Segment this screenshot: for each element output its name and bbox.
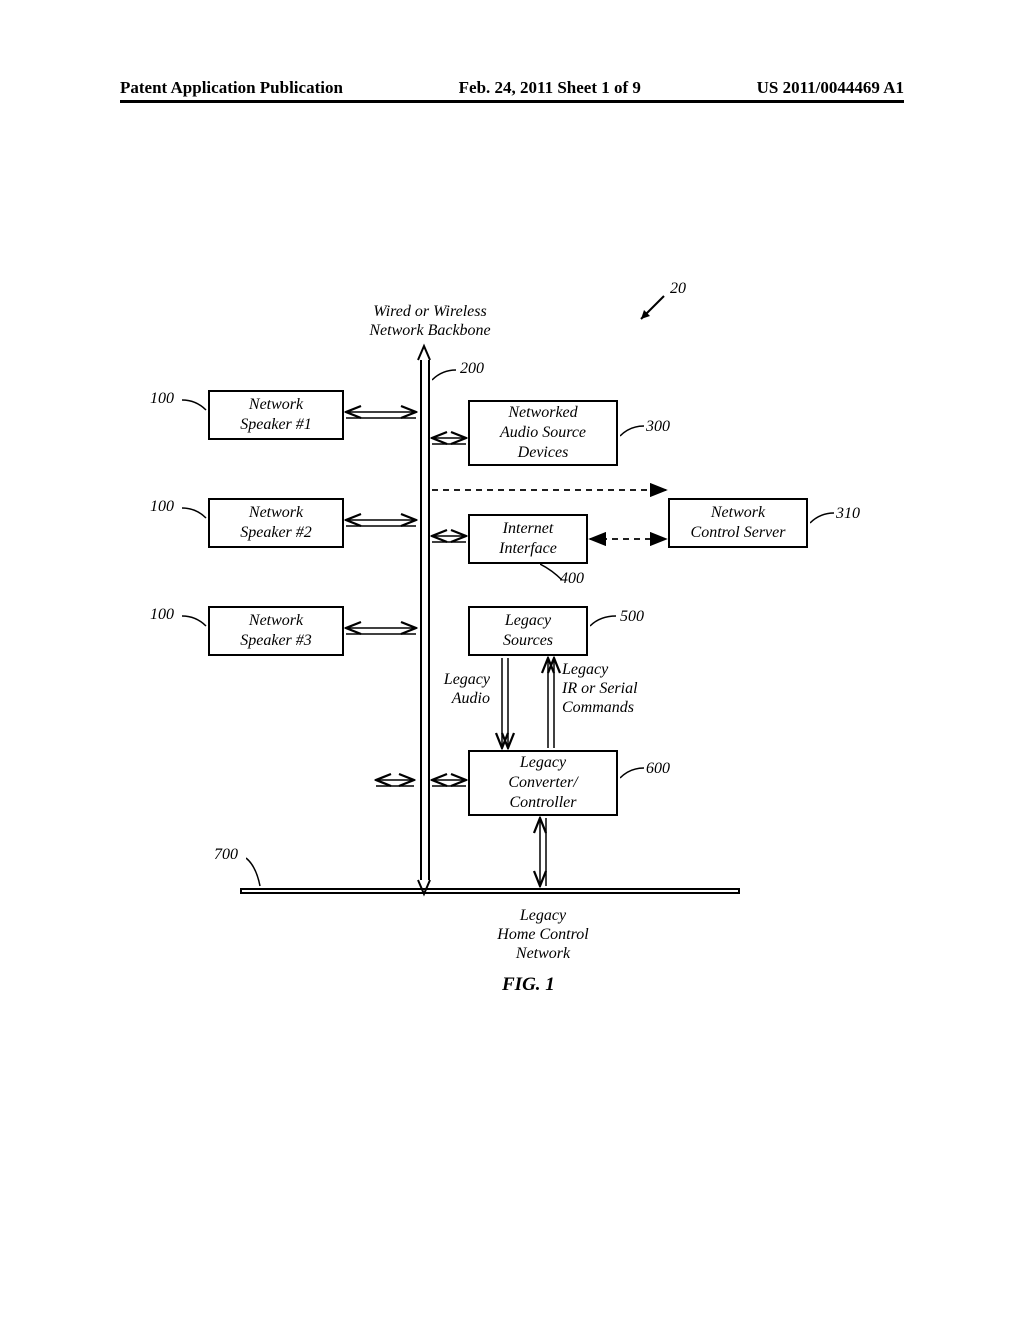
legacy-network-bus — [240, 888, 740, 894]
speaker-box-2: Network Speaker #2 — [208, 498, 344, 548]
legacy-ir-label: Legacy IR or Serial Commands — [562, 660, 672, 718]
backbone-label: Wired or Wireless Network Backbone — [340, 302, 520, 340]
audio-source-box: Networked Audio Source Devices — [468, 400, 618, 466]
system-ref-arrow-icon — [638, 286, 674, 322]
speaker-box-1: Network Speaker #1 — [208, 390, 344, 440]
leader-line-icon — [810, 511, 838, 525]
legacy-converter-ref: 600 — [646, 760, 670, 778]
control-server-box: Network Control Server — [668, 498, 808, 548]
legacy-sources-ref: 500 — [620, 608, 644, 626]
legacy-converter-box: Legacy Converter/ Controller — [468, 750, 618, 816]
internet-interface-box: Internet Interface — [468, 514, 588, 564]
header-right: US 2011/0044469 A1 — [757, 78, 904, 98]
leader-line-icon — [540, 562, 566, 582]
header-left: Patent Application Publication — [120, 78, 343, 98]
speaker-box-3: Network Speaker #3 — [208, 606, 344, 656]
legacy-sources-box: Legacy Sources — [468, 606, 588, 656]
leader-line-icon — [182, 398, 210, 412]
legacy-network-label: Legacy Home Control Network — [463, 906, 623, 964]
speaker-ref-2: 100 — [150, 498, 174, 516]
leader-line-icon — [620, 424, 648, 438]
system-diagram: 20 Wired or Wireless Network Backbone 20… — [130, 280, 890, 1000]
leader-line-icon — [620, 766, 648, 780]
speaker-ref-3: 100 — [150, 606, 174, 624]
backbone-ref: 200 — [460, 360, 484, 378]
figure-caption: FIG. 1 — [502, 974, 555, 996]
speaker-ref-1: 100 — [150, 390, 174, 408]
page-header: Patent Application Publication Feb. 24, … — [0, 78, 1024, 98]
audio-source-ref: 300 — [646, 418, 670, 436]
leader-line-icon — [246, 856, 268, 890]
leader-line-icon — [590, 614, 620, 628]
system-ref: 20 — [670, 280, 686, 298]
leader-line-icon — [182, 506, 210, 520]
header-center: Feb. 24, 2011 Sheet 1 of 9 — [459, 78, 641, 98]
legacy-line-ref: 700 — [214, 846, 238, 864]
leader-line-icon — [182, 614, 210, 628]
legacy-audio-label: Legacy Audio — [420, 670, 490, 708]
control-server-ref: 310 — [836, 505, 860, 523]
leader-line-icon — [432, 368, 462, 384]
header-divider — [120, 100, 904, 103]
network-backbone — [420, 360, 430, 880]
